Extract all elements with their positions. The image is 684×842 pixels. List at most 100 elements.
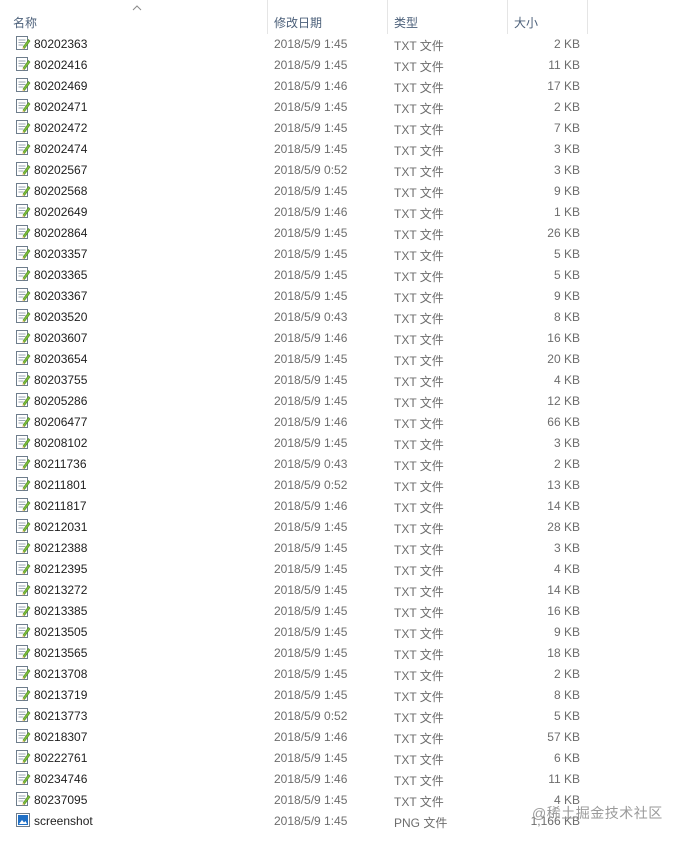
file-type: TXT 文件 <box>394 186 444 200</box>
file-size: 57 KB <box>547 730 580 744</box>
file-row[interactable]: 80213719 2018/5/9 1:45 TXT 文件 8 KB <box>0 685 590 706</box>
file-row[interactable]: 80213272 2018/5/9 1:45 TXT 文件 14 KB <box>0 580 590 601</box>
text-file-icon <box>15 476 31 492</box>
file-row[interactable]: 80203520 2018/5/9 0:43 TXT 文件 8 KB <box>0 307 590 328</box>
file-type: TXT 文件 <box>394 606 444 620</box>
file-size: 5 KB <box>553 247 580 261</box>
file-row[interactable]: 80234746 2018/5/9 1:46 TXT 文件 11 KB <box>0 769 590 790</box>
file-name: 80202474 <box>34 142 88 156</box>
file-date-modified: 2018/5/9 1:45 <box>274 394 348 408</box>
file-type: TXT 文件 <box>394 375 444 389</box>
file-size: 3 KB <box>553 541 580 555</box>
file-name: 80203520 <box>34 310 88 324</box>
file-name: 80202363 <box>34 37 88 51</box>
file-row[interactable]: 80203607 2018/5/9 1:46 TXT 文件 16 KB <box>0 328 590 349</box>
file-row[interactable]: 80213773 2018/5/9 0:52 TXT 文件 5 KB <box>0 706 590 727</box>
file-type: TXT 文件 <box>394 732 444 746</box>
file-date-modified: 2018/5/9 1:45 <box>274 625 348 639</box>
file-type: TXT 文件 <box>394 669 444 683</box>
column-header-bar: 名称 修改日期 类型 大小 <box>0 0 684 34</box>
column-header-type[interactable]: 类型 <box>388 0 508 34</box>
file-row[interactable]: 80202416 2018/5/9 1:45 TXT 文件 11 KB <box>0 55 590 76</box>
file-type: TXT 文件 <box>394 627 444 641</box>
file-size: 9 KB <box>553 289 580 303</box>
file-row[interactable]: 80237095 2018/5/9 1:45 TXT 文件 4 KB <box>0 790 590 811</box>
file-date-modified: 2018/5/9 1:46 <box>274 415 348 429</box>
text-file-icon <box>15 581 31 597</box>
file-size: 9 KB <box>553 625 580 639</box>
file-name: 80222761 <box>34 751 88 765</box>
file-name: 80211736 <box>34 457 87 471</box>
file-row[interactable]: 80203755 2018/5/9 1:45 TXT 文件 4 KB <box>0 370 590 391</box>
column-header-name[interactable]: 名称 <box>0 0 268 34</box>
file-row[interactable]: 80213565 2018/5/9 1:45 TXT 文件 18 KB <box>0 643 590 664</box>
file-size: 12 KB <box>547 394 580 408</box>
file-type: TXT 文件 <box>394 396 444 410</box>
file-row[interactable]: 80212031 2018/5/9 1:45 TXT 文件 28 KB <box>0 517 590 538</box>
file-row[interactable]: 80211801 2018/5/9 0:52 TXT 文件 13 KB <box>0 475 590 496</box>
file-row[interactable]: 80202469 2018/5/9 1:46 TXT 文件 17 KB <box>0 76 590 97</box>
file-name: 80202649 <box>34 205 88 219</box>
file-name: 80202472 <box>34 121 88 135</box>
column-header-date-modified[interactable]: 修改日期 <box>268 0 388 34</box>
file-row[interactable]: 80203365 2018/5/9 1:45 TXT 文件 5 KB <box>0 265 590 286</box>
file-size: 5 KB <box>553 268 580 282</box>
file-row[interactable]: 80205286 2018/5/9 1:45 TXT 文件 12 KB <box>0 391 590 412</box>
file-row[interactable]: 80202864 2018/5/9 1:45 TXT 文件 26 KB <box>0 223 590 244</box>
file-name: 80211801 <box>34 478 87 492</box>
file-size: 6 KB <box>553 751 580 765</box>
file-date-modified: 2018/5/9 1:45 <box>274 583 348 597</box>
file-row[interactable]: 80202472 2018/5/9 1:45 TXT 文件 7 KB <box>0 118 590 139</box>
file-name: 80203755 <box>34 373 88 387</box>
file-row[interactable]: 80211736 2018/5/9 0:43 TXT 文件 2 KB <box>0 454 590 475</box>
file-size: 28 KB <box>547 520 580 534</box>
file-size: 11 KB <box>548 58 580 72</box>
file-date-modified: 2018/5/9 1:45 <box>274 226 348 240</box>
file-row[interactable]: 80203367 2018/5/9 1:45 TXT 文件 9 KB <box>0 286 590 307</box>
file-date-modified: 2018/5/9 1:45 <box>274 58 348 72</box>
text-file-icon <box>15 749 31 765</box>
file-row[interactable]: 80213385 2018/5/9 1:45 TXT 文件 16 KB <box>0 601 590 622</box>
file-row[interactable]: 80202568 2018/5/9 1:45 TXT 文件 9 KB <box>0 181 590 202</box>
text-file-icon <box>15 203 31 219</box>
file-size: 16 KB <box>547 331 580 345</box>
text-file-icon <box>15 665 31 681</box>
file-row[interactable]: 80212388 2018/5/9 1:45 TXT 文件 3 KB <box>0 538 590 559</box>
file-type: TXT 文件 <box>394 291 444 305</box>
file-date-modified: 2018/5/9 1:45 <box>274 352 348 366</box>
file-row[interactable]: 80202471 2018/5/9 1:45 TXT 文件 2 KB <box>0 97 590 118</box>
file-date-modified: 2018/5/9 1:45 <box>274 646 348 660</box>
file-row[interactable]: 80213708 2018/5/9 1:45 TXT 文件 2 KB <box>0 664 590 685</box>
file-row[interactable]: 80203654 2018/5/9 1:45 TXT 文件 20 KB <box>0 349 590 370</box>
file-type: TXT 文件 <box>394 648 444 662</box>
file-size: 13 KB <box>547 478 580 492</box>
file-size: 14 KB <box>547 499 580 513</box>
file-row[interactable]: 80222761 2018/5/9 1:45 TXT 文件 6 KB <box>0 748 590 769</box>
file-row[interactable]: 80202567 2018/5/9 0:52 TXT 文件 3 KB <box>0 160 590 181</box>
text-file-icon <box>15 728 31 744</box>
file-date-modified: 2018/5/9 1:45 <box>274 520 348 534</box>
file-row[interactable]: 80202363 2018/5/9 1:45 TXT 文件 2 KB <box>0 34 590 55</box>
file-row[interactable]: 80202649 2018/5/9 1:46 TXT 文件 1 KB <box>0 202 590 223</box>
column-header-size[interactable]: 大小 <box>508 0 588 34</box>
file-type: TXT 文件 <box>394 459 444 473</box>
file-size: 9 KB <box>553 184 580 198</box>
text-file-icon <box>15 497 31 513</box>
file-row[interactable]: 80208102 2018/5/9 1:45 TXT 文件 3 KB <box>0 433 590 454</box>
file-list: 80202363 2018/5/9 1:45 TXT 文件 2 KB 80202416 2… <box>0 34 684 832</box>
file-row[interactable]: 80202474 2018/5/9 1:45 TXT 文件 3 KB <box>0 139 590 160</box>
file-size: 7 KB <box>553 121 580 135</box>
file-name: 80213272 <box>34 583 88 597</box>
file-row[interactable]: 80211817 2018/5/9 1:46 TXT 文件 14 KB <box>0 496 590 517</box>
file-date-modified: 2018/5/9 1:45 <box>274 436 348 450</box>
file-row[interactable]: 80206477 2018/5/9 1:46 TXT 文件 66 KB <box>0 412 590 433</box>
file-row[interactable]: screenshot 2018/5/9 1:45 PNG 文件 1,166 KB <box>0 811 590 832</box>
file-row[interactable]: 80218307 2018/5/9 1:46 TXT 文件 57 KB <box>0 727 590 748</box>
file-row[interactable]: 80213505 2018/5/9 1:45 TXT 文件 9 KB <box>0 622 590 643</box>
file-type: TXT 文件 <box>394 165 444 179</box>
file-row[interactable]: 80203357 2018/5/9 1:45 TXT 文件 5 KB <box>0 244 590 265</box>
file-size: 16 KB <box>547 604 580 618</box>
file-type: TXT 文件 <box>394 585 444 599</box>
file-row[interactable]: 80212395 2018/5/9 1:45 TXT 文件 4 KB <box>0 559 590 580</box>
file-name: 80213385 <box>34 604 88 618</box>
